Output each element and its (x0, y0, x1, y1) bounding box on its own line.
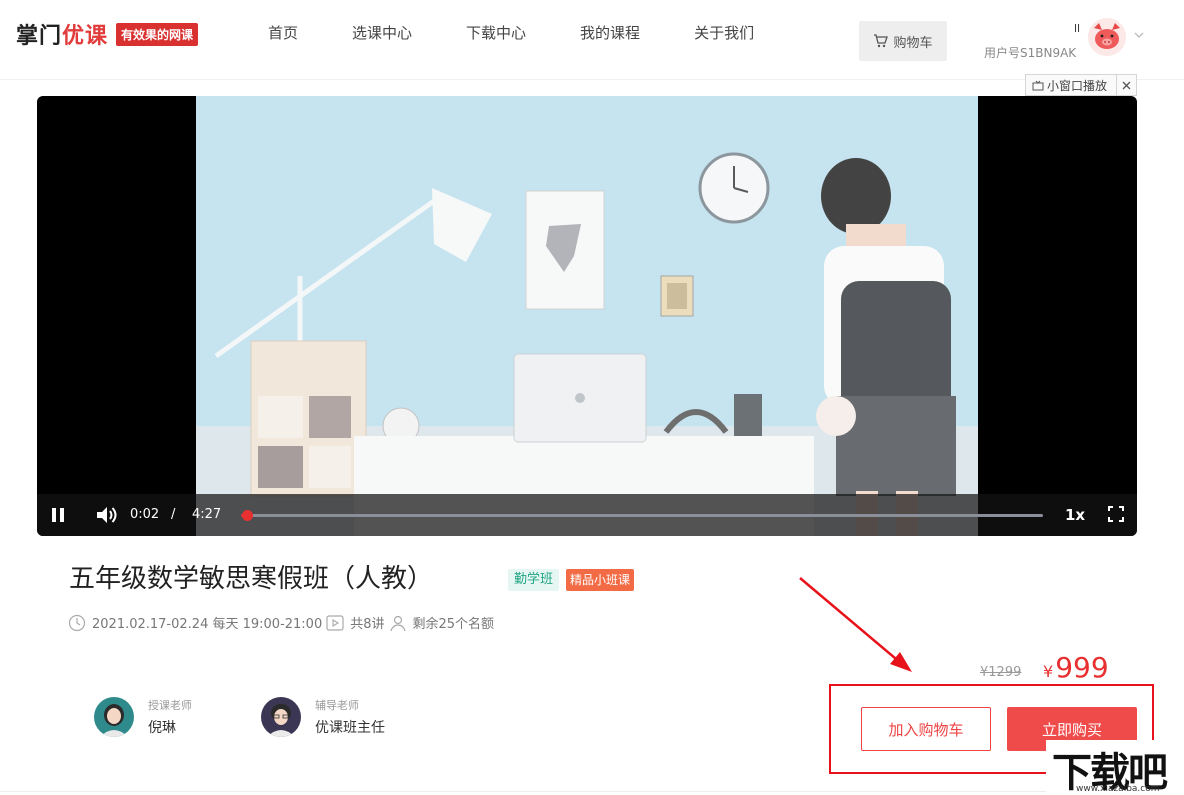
original-price: ¥1299 (980, 665, 1022, 680)
tv-icon (1032, 80, 1044, 90)
person-icon (389, 615, 406, 631)
fullscreen-icon[interactable] (1108, 506, 1124, 522)
current-time: 0:02 (130, 507, 160, 522)
cart-button[interactable]: 购物车 (859, 21, 947, 61)
mini-window-play-toggle[interactable]: 小窗口播放 (1025, 74, 1137, 96)
add-to-cart-button[interactable]: 加入购物车 (861, 707, 991, 751)
nav-home[interactable]: 首页 (268, 22, 298, 43)
watermark-url: www.xiazaiba.com (1076, 784, 1160, 794)
time-separator: / (171, 507, 176, 522)
user-nickname: ll (1074, 22, 1081, 35)
play-lesson-icon (326, 614, 344, 631)
divider (0, 791, 1184, 792)
pause-icon[interactable] (51, 507, 65, 523)
cart-icon (874, 34, 889, 48)
video-frame[interactable] (196, 96, 978, 536)
tutor-avatar (261, 697, 301, 737)
nav-about-us[interactable]: 关于我们 (694, 22, 754, 43)
avatar[interactable] (1088, 18, 1126, 56)
lecturer-card: 授课老师 倪琳 (94, 697, 192, 737)
course-title: 五年级数学敏思寒假班（人教） (69, 564, 434, 594)
volume-icon[interactable] (96, 505, 118, 525)
currency-symbol: ¥ (1043, 662, 1054, 681)
top-header: 掌门优课 有效果的网课 首页 选课中心 下载中心 我的课程 关于我们 购物车 l… (0, 0, 1184, 96)
user-menu[interactable]: ll 用户号S1BN9AK (984, 18, 1164, 62)
current-price: ¥999 (1043, 651, 1109, 684)
clock-icon (68, 614, 86, 631)
player-controls: 0:02 / 4:27 1x (37, 494, 1137, 536)
video-player[interactable]: 0:02 / 4:27 1x (37, 96, 1137, 536)
nav-download-center[interactable]: 下载中心 (466, 22, 526, 43)
video-scene-image (196, 96, 978, 536)
total-duration: 4:27 (192, 507, 222, 522)
lecturer-avatar (94, 697, 134, 737)
premium-tag: 精品小班课 (566, 569, 635, 591)
annotation-arrow (799, 577, 912, 672)
lecturer-role: 授课老师 (148, 699, 192, 712)
playback-speed[interactable]: 1x (1065, 506, 1085, 524)
course-schedule: 2021.02.17-02.24 每天 19:00-21:00 (92, 617, 323, 632)
lesson-count: 共8讲 (350, 617, 385, 632)
watermark-logo: 下载吧 www.xiazaiba.com (1046, 740, 1184, 795)
course-page: 掌门优课 有效果的网课 首页 选课中心 下载中心 我的课程 关于我们 购物车 l… (0, 0, 1184, 795)
class-type-tag: 勤学班 (508, 569, 560, 591)
lecturer-name: 倪琳 (148, 720, 176, 736)
progress-handle[interactable] (242, 510, 253, 521)
price-value: 999 (1055, 651, 1109, 684)
tutor-name: 优课班主任 (315, 720, 385, 736)
main-nav: 首页 选课中心 下载中心 我的课程 关于我们 (268, 22, 808, 43)
tutor-role: 辅导老师 (315, 699, 359, 712)
course-meta: 2021.02.17-02.24 每天 19:00-21:00 共8讲 剩余25… (68, 613, 494, 632)
logo-slogan-badge: 有效果的网课 (116, 22, 199, 46)
tutor-card: 辅导老师 优课班主任 (261, 697, 385, 737)
seats-remaining: 剩余25个名额 (412, 617, 495, 632)
chevron-down-icon[interactable] (1134, 32, 1144, 39)
nav-my-courses[interactable]: 我的课程 (580, 22, 640, 43)
avatar-pig-image (1088, 18, 1126, 56)
user-id: 用户号S1BN9AK (984, 46, 1077, 60)
cart-label: 购物车 (893, 35, 933, 51)
site-logo[interactable]: 掌门优课 有效果的网课 (16, 18, 199, 50)
mini-window-label: 小窗口播放 (1047, 78, 1108, 93)
nav-course-center[interactable]: 选课中心 (352, 22, 412, 43)
close-icon[interactable] (1116, 75, 1136, 95)
progress-bar[interactable] (241, 510, 1043, 521)
logo-text: 掌门优课 (16, 24, 109, 49)
